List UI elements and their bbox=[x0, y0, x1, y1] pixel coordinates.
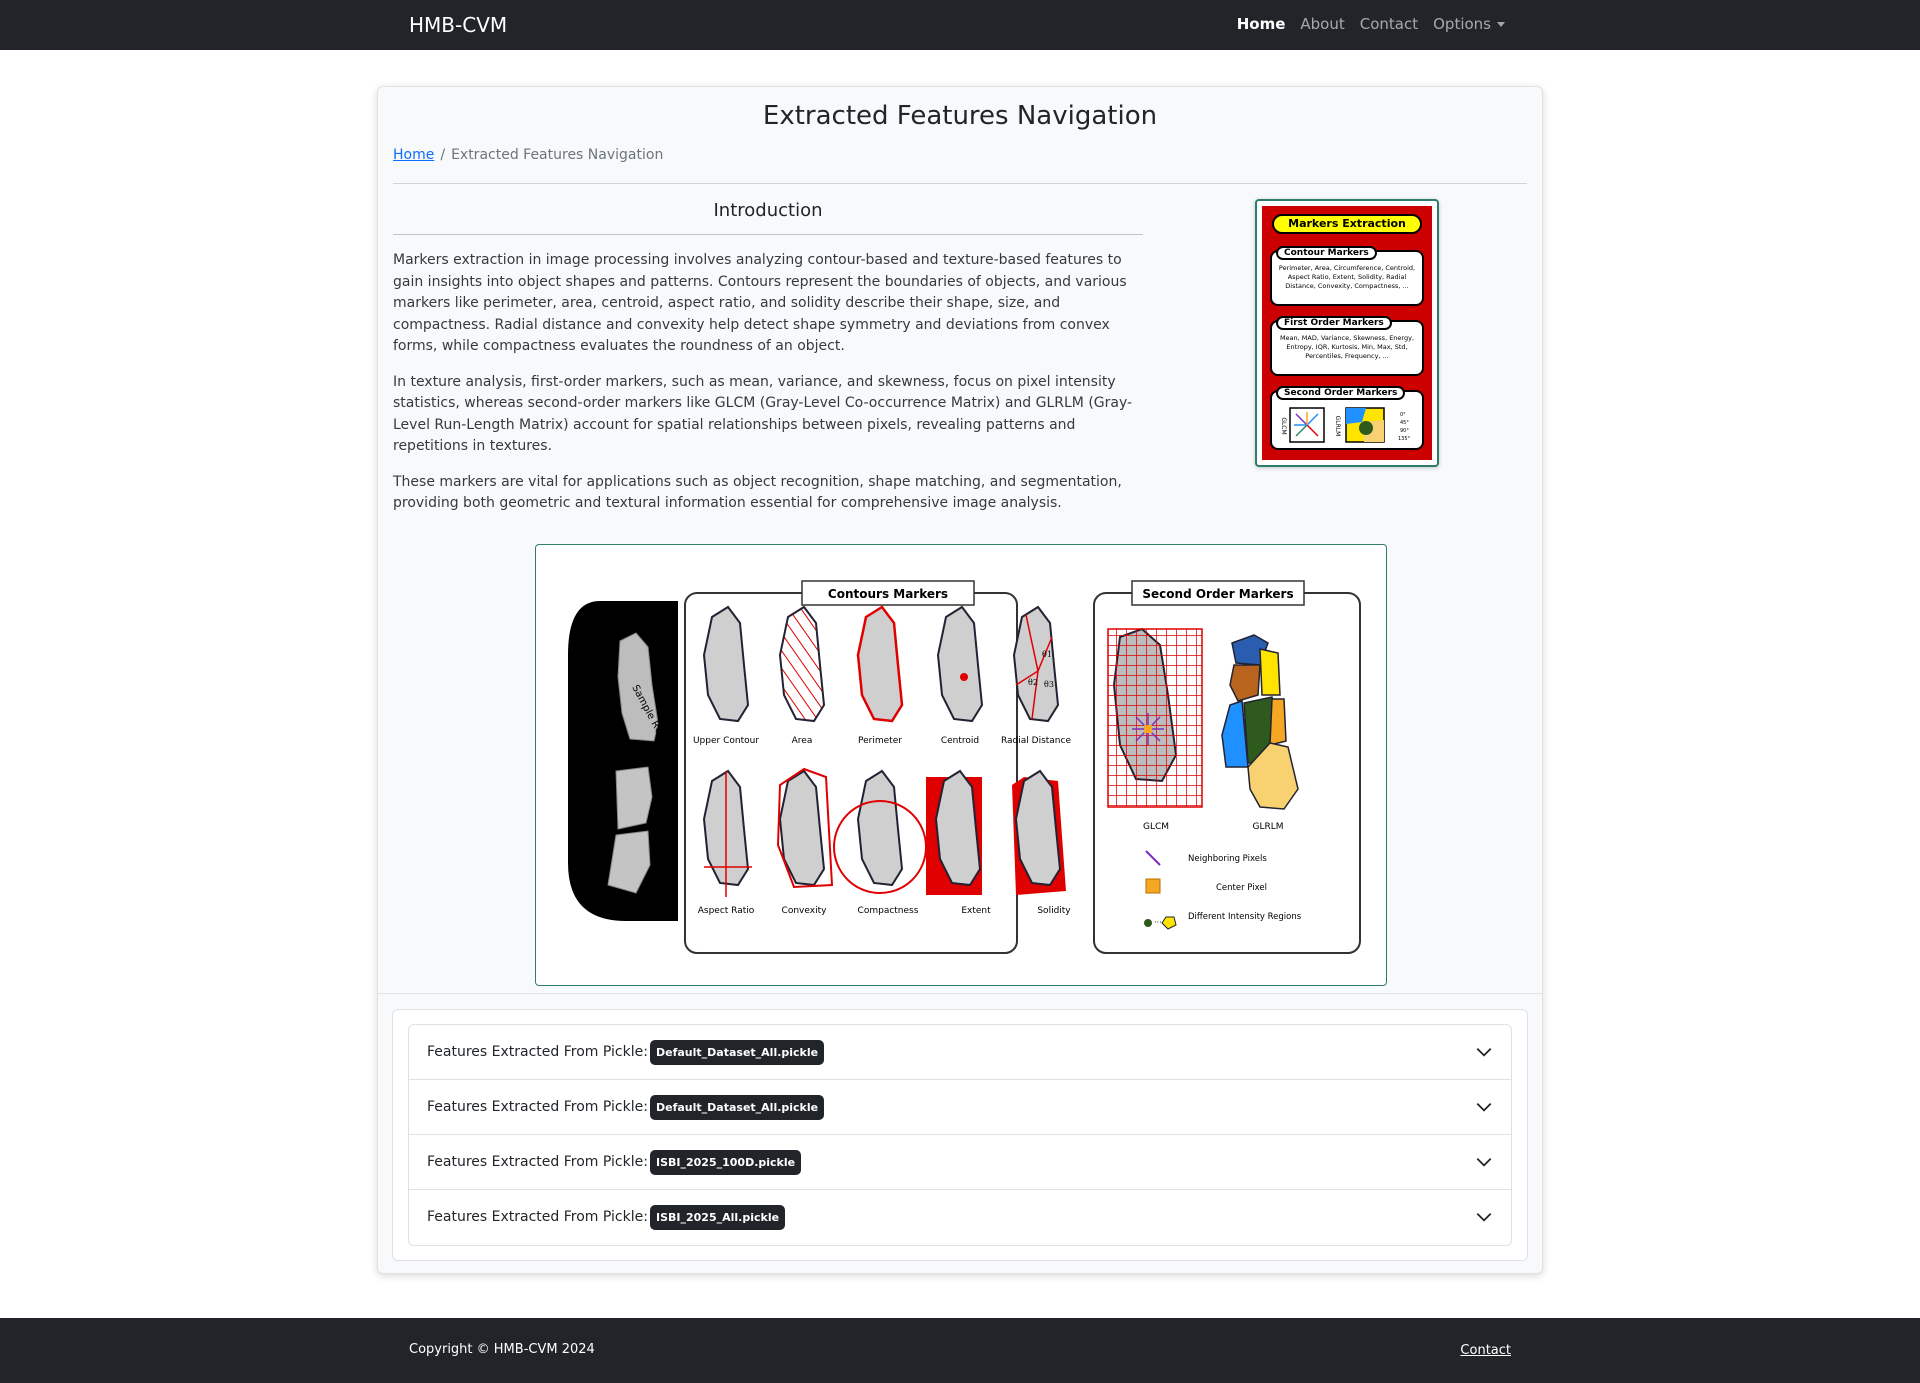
breadcrumb: Home / Extracted Features Navigation bbox=[393, 147, 663, 163]
chevron-down-icon[interactable] bbox=[1475, 1208, 1493, 1226]
legend-label: Different Intensity Regions bbox=[1188, 912, 1302, 922]
intro-heading: Introduction bbox=[713, 200, 823, 221]
breadcrumb-separator: / bbox=[440, 147, 446, 163]
markers-figure-svg: Sample ROI Contours Markers θ1 θ2 θ3 Upp… bbox=[568, 580, 1361, 954]
intro-paragraph: These markers are vital for applications… bbox=[393, 473, 1122, 512]
centroid-dot bbox=[960, 673, 968, 681]
chevron-down-icon[interactable] bbox=[1475, 1153, 1493, 1171]
breadcrumb-current: Extracted Features Navigation bbox=[451, 147, 664, 163]
poster-glrlm-label: GLRLM bbox=[1334, 416, 1341, 437]
pickle-accordion: Features Extracted From Pickle: Default_… bbox=[408, 1024, 1512, 1246]
accordion-item[interactable]: Features Extracted From Pickle: ISBI_202… bbox=[409, 1135, 1511, 1190]
brand-link[interactable]: HMB-CVM bbox=[409, 13, 507, 37]
top-navbar: HMB-CVM Home About Contact Options bbox=[0, 0, 1920, 50]
pickle-accordion-container: Features Extracted From Pickle: Default_… bbox=[392, 1009, 1528, 1261]
poster-section-title: First Order Markers bbox=[1276, 316, 1392, 330]
glrlm-label: GLRLM bbox=[1252, 822, 1283, 832]
contour-label: Solidity bbox=[1037, 906, 1071, 916]
nav-links: Home About Contact Options bbox=[1237, 15, 1505, 33]
chevron-down-icon[interactable] bbox=[1475, 1098, 1493, 1116]
contour-labels-row-1: Upper Contour Area Perimeter Centroid Ra… bbox=[693, 736, 1071, 746]
poster-second-order-box: Second Order Markers GLCM GLRLM 0° 45° 9… bbox=[1270, 386, 1424, 450]
legend-label: Center Pixel bbox=[1216, 883, 1267, 893]
contour-label: Area bbox=[792, 736, 813, 746]
accordion-item[interactable]: Features Extracted From Pickle: Default_… bbox=[409, 1025, 1511, 1080]
contour-label: Centroid bbox=[941, 736, 979, 746]
poster-section-title: Contour Markers bbox=[1276, 246, 1377, 260]
nav-about[interactable]: About bbox=[1300, 15, 1344, 33]
footer: Copyright © HMB-CVM 2024 Contact bbox=[0, 1318, 1920, 1383]
caret-down-icon bbox=[1497, 22, 1505, 27]
poster-angle-label: 0° bbox=[1400, 412, 1406, 418]
pickle-badge: Default_Dataset_All.pickle bbox=[650, 1040, 825, 1065]
poster-contour-box: Contour Markers Perimeter, Area, Circumf… bbox=[1270, 246, 1424, 306]
legend-center-icon bbox=[1145, 878, 1161, 894]
second-order-title: Second Order Markers bbox=[1142, 587, 1293, 601]
legend-region-icon bbox=[1144, 919, 1152, 927]
legend-ellipsis: ··· bbox=[1154, 918, 1162, 927]
pickle-badge: Default_Dataset_All.pickle bbox=[650, 1095, 825, 1120]
poster-title: Markers Extraction bbox=[1272, 214, 1422, 234]
page-title: Extracted Features Navigation bbox=[762, 101, 1158, 131]
poster-background: Markers Extraction Contour Markers Perim… bbox=[1262, 206, 1432, 460]
divider bbox=[393, 234, 1143, 235]
theta-label: θ3 bbox=[1044, 680, 1054, 689]
chevron-down-icon[interactable] bbox=[1475, 1043, 1493, 1061]
contour-label: Aspect Ratio bbox=[698, 906, 755, 916]
copyright-text: Copyright © HMB-CVM 2024 bbox=[409, 1342, 595, 1357]
pickle-badge: ISBI_2025_All.pickle bbox=[650, 1205, 786, 1230]
poster-angle-label: 45° bbox=[1400, 420, 1409, 426]
breadcrumb-home-link[interactable]: Home bbox=[393, 147, 434, 163]
contour-label: Perimeter bbox=[858, 736, 902, 746]
glcm-grid bbox=[1107, 628, 1203, 808]
legend-label: Neighboring Pixels bbox=[1188, 854, 1267, 864]
accordion-label: Features Extracted From Pickle: bbox=[427, 1044, 648, 1060]
nav-home[interactable]: Home bbox=[1237, 15, 1286, 33]
intro-paragraph: Markers extraction in image processing i… bbox=[393, 252, 1127, 354]
poster-glrlm-region bbox=[1359, 421, 1373, 435]
contour-label: Upper Contour bbox=[693, 736, 759, 746]
roi-fragment bbox=[615, 766, 653, 830]
contour-label: Convexity bbox=[782, 906, 828, 916]
markers-figure: Sample ROI Contours Markers θ1 θ2 θ3 Upp… bbox=[535, 544, 1387, 986]
footer-contact-link[interactable]: Contact bbox=[1460, 1343, 1511, 1358]
contour-label: Extent bbox=[961, 906, 991, 916]
intro-paragraph: In texture analysis, first-order markers… bbox=[393, 373, 1133, 455]
poster-angle-label: 135° bbox=[1398, 436, 1411, 442]
poster-glcm-label: GLCM bbox=[1280, 417, 1287, 434]
accordion-label: Features Extracted From Pickle: bbox=[427, 1209, 648, 1225]
intro-text: Markers extraction in image processing i… bbox=[393, 250, 1149, 529]
theta-label: θ1 bbox=[1042, 650, 1052, 659]
poster-texture-thumbnails: GLCM GLRLM 0° 45° 90° 135° bbox=[1280, 407, 1411, 443]
accordion-label: Features Extracted From Pickle: bbox=[427, 1099, 648, 1115]
contour-label: Radial Distance bbox=[1001, 736, 1071, 746]
poster-angle-label: 90° bbox=[1400, 428, 1409, 434]
nav-options-label: Options bbox=[1433, 15, 1491, 33]
glcm-center-pixel bbox=[1144, 725, 1152, 733]
glcm-label: GLCM bbox=[1143, 822, 1169, 832]
theta-label: θ2 bbox=[1028, 678, 1038, 687]
divider bbox=[378, 993, 1542, 994]
main-card: Extracted Features Navigation Home / Extra… bbox=[377, 86, 1543, 1274]
pickle-badge: ISBI_2025_100D.pickle bbox=[650, 1150, 802, 1175]
accordion-label: Features Extracted From Pickle: bbox=[427, 1154, 648, 1170]
accordion-item[interactable]: Features Extracted From Pickle: ISBI_202… bbox=[409, 1190, 1511, 1245]
nav-contact[interactable]: Contact bbox=[1360, 15, 1418, 33]
markers-extraction-poster: Markers Extraction Contour Markers Perim… bbox=[1255, 199, 1439, 467]
poster-first-order-box: First Order Markers Mean, MAD, Variance,… bbox=[1270, 316, 1424, 376]
contours-title: Contours Markers bbox=[828, 587, 948, 601]
contour-label: Compactness bbox=[858, 906, 919, 916]
divider bbox=[393, 183, 1527, 184]
nav-options-dropdown[interactable]: Options bbox=[1433, 15, 1505, 33]
accordion-item[interactable]: Features Extracted From Pickle: Default_… bbox=[409, 1080, 1511, 1135]
